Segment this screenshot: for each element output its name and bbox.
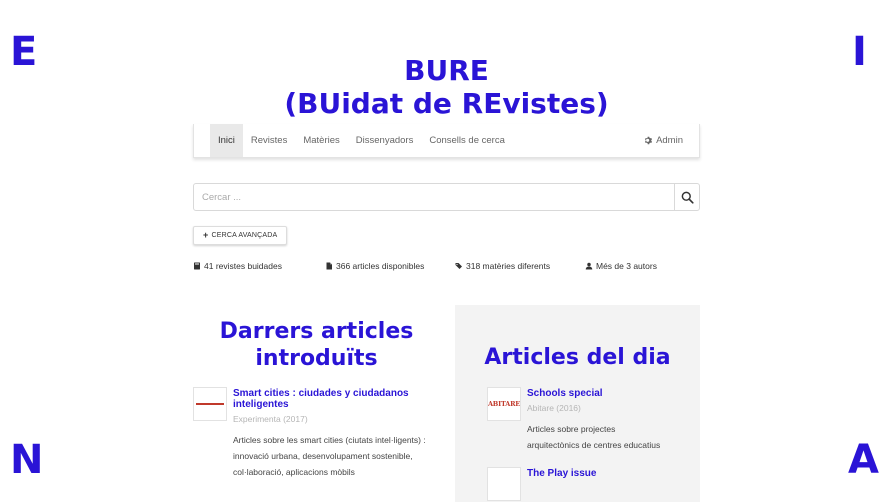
daily-article-meta: Abitare (2016) [527, 403, 581, 413]
latest-article-desc-line: col·laboració, aplicacions mòbils [233, 467, 355, 477]
stat-articles-text: 366 articles disponibles [336, 261, 425, 271]
site-title-line1: BURE [404, 54, 489, 87]
nav-admin-link[interactable]: Admin [644, 124, 699, 157]
user-icon [585, 262, 593, 270]
latest-article-desc-line: Articles sobre les smart cities (ciutats… [233, 435, 426, 445]
corner-letter-a: A [848, 437, 879, 483]
nav-item-revistes[interactable]: Revistes [243, 124, 295, 157]
daily-article-title[interactable]: Schools special [527, 388, 603, 399]
daily-article-title-2[interactable]: The Play issue [527, 468, 596, 479]
daily-article-thumbnail-2[interactable] [487, 467, 521, 501]
nav-item-consells-de-cerca[interactable]: Consells de cerca [421, 124, 513, 157]
articles-of-the-day-heading: Articles del dia [484, 345, 671, 370]
search-input[interactable] [194, 184, 674, 210]
abitare-logo: ABITARE [487, 400, 521, 408]
latest-articles-heading: Darrers articles introduïts [193, 318, 440, 372]
article-thumbnail[interactable] [193, 387, 227, 421]
top-navbar: Inici Revistes Matèries Dissenyadors Con… [193, 124, 700, 158]
search-button[interactable] [674, 184, 699, 210]
latest-article-desc-line: innovació urbana, desenvolupament sosten… [233, 451, 413, 461]
stat-magazines-text: 41 revistes buidades [204, 261, 282, 271]
latest-article-title-line2: inteligentes [233, 399, 289, 410]
nav-item-materies[interactable]: Matèries [295, 124, 347, 157]
stat-subjects: 318 matèries diferents [455, 261, 550, 271]
latest-heading-line2: introduïts [255, 346, 378, 371]
daily-article-desc-line: arquitectònics de centres educatius [527, 440, 661, 450]
plus-icon: + [203, 230, 209, 240]
daily-article-description: Articles sobre projectes arquitectònics … [527, 421, 697, 453]
stat-magazines: 41 revistes buidades [193, 261, 282, 271]
search-bar [193, 183, 700, 211]
stat-authors: Més de 3 autors [585, 261, 657, 271]
gear-icon [645, 136, 653, 145]
latest-heading-line1: Darrers articles [219, 319, 414, 344]
advanced-search-label: CERCA AVANÇADA [211, 232, 278, 239]
search-icon [681, 191, 694, 204]
file-icon [326, 262, 332, 270]
book-icon [194, 262, 200, 270]
advanced-search-button[interactable]: + CERCA AVANÇADA [193, 226, 288, 245]
daily-article-thumbnail[interactable]: ABITARE [487, 387, 521, 421]
stat-articles: 366 articles disponibles [325, 261, 424, 271]
nav-admin-label: Admin [656, 135, 683, 146]
tags-icon [455, 263, 462, 269]
latest-article-title-line1: Smart cities : ciudades y ciudadanos [233, 388, 409, 399]
nav-item-dissenyadors[interactable]: Dissenyadors [348, 124, 422, 157]
daily-article-desc-line: Articles sobre projectes [527, 424, 616, 434]
latest-article-title[interactable]: Smart cities : ciudades y ciudadanos int… [233, 388, 443, 410]
latest-article-description: Articles sobre les smart cities (ciutats… [233, 432, 448, 480]
thumbnail-stripe [196, 403, 224, 405]
site-title: BURE (BUidat de REvistes) [0, 54, 893, 120]
nav-item-inici[interactable]: Inici [210, 124, 243, 157]
stat-subjects-text: 318 matèries diferents [466, 261, 551, 271]
latest-article-meta: Experimenta (2017) [233, 414, 308, 424]
site-title-line2: (BUidat de REvistes) [284, 87, 609, 120]
stat-authors-text: Més de 3 autors [596, 261, 657, 271]
corner-letter-n: N [10, 437, 44, 483]
